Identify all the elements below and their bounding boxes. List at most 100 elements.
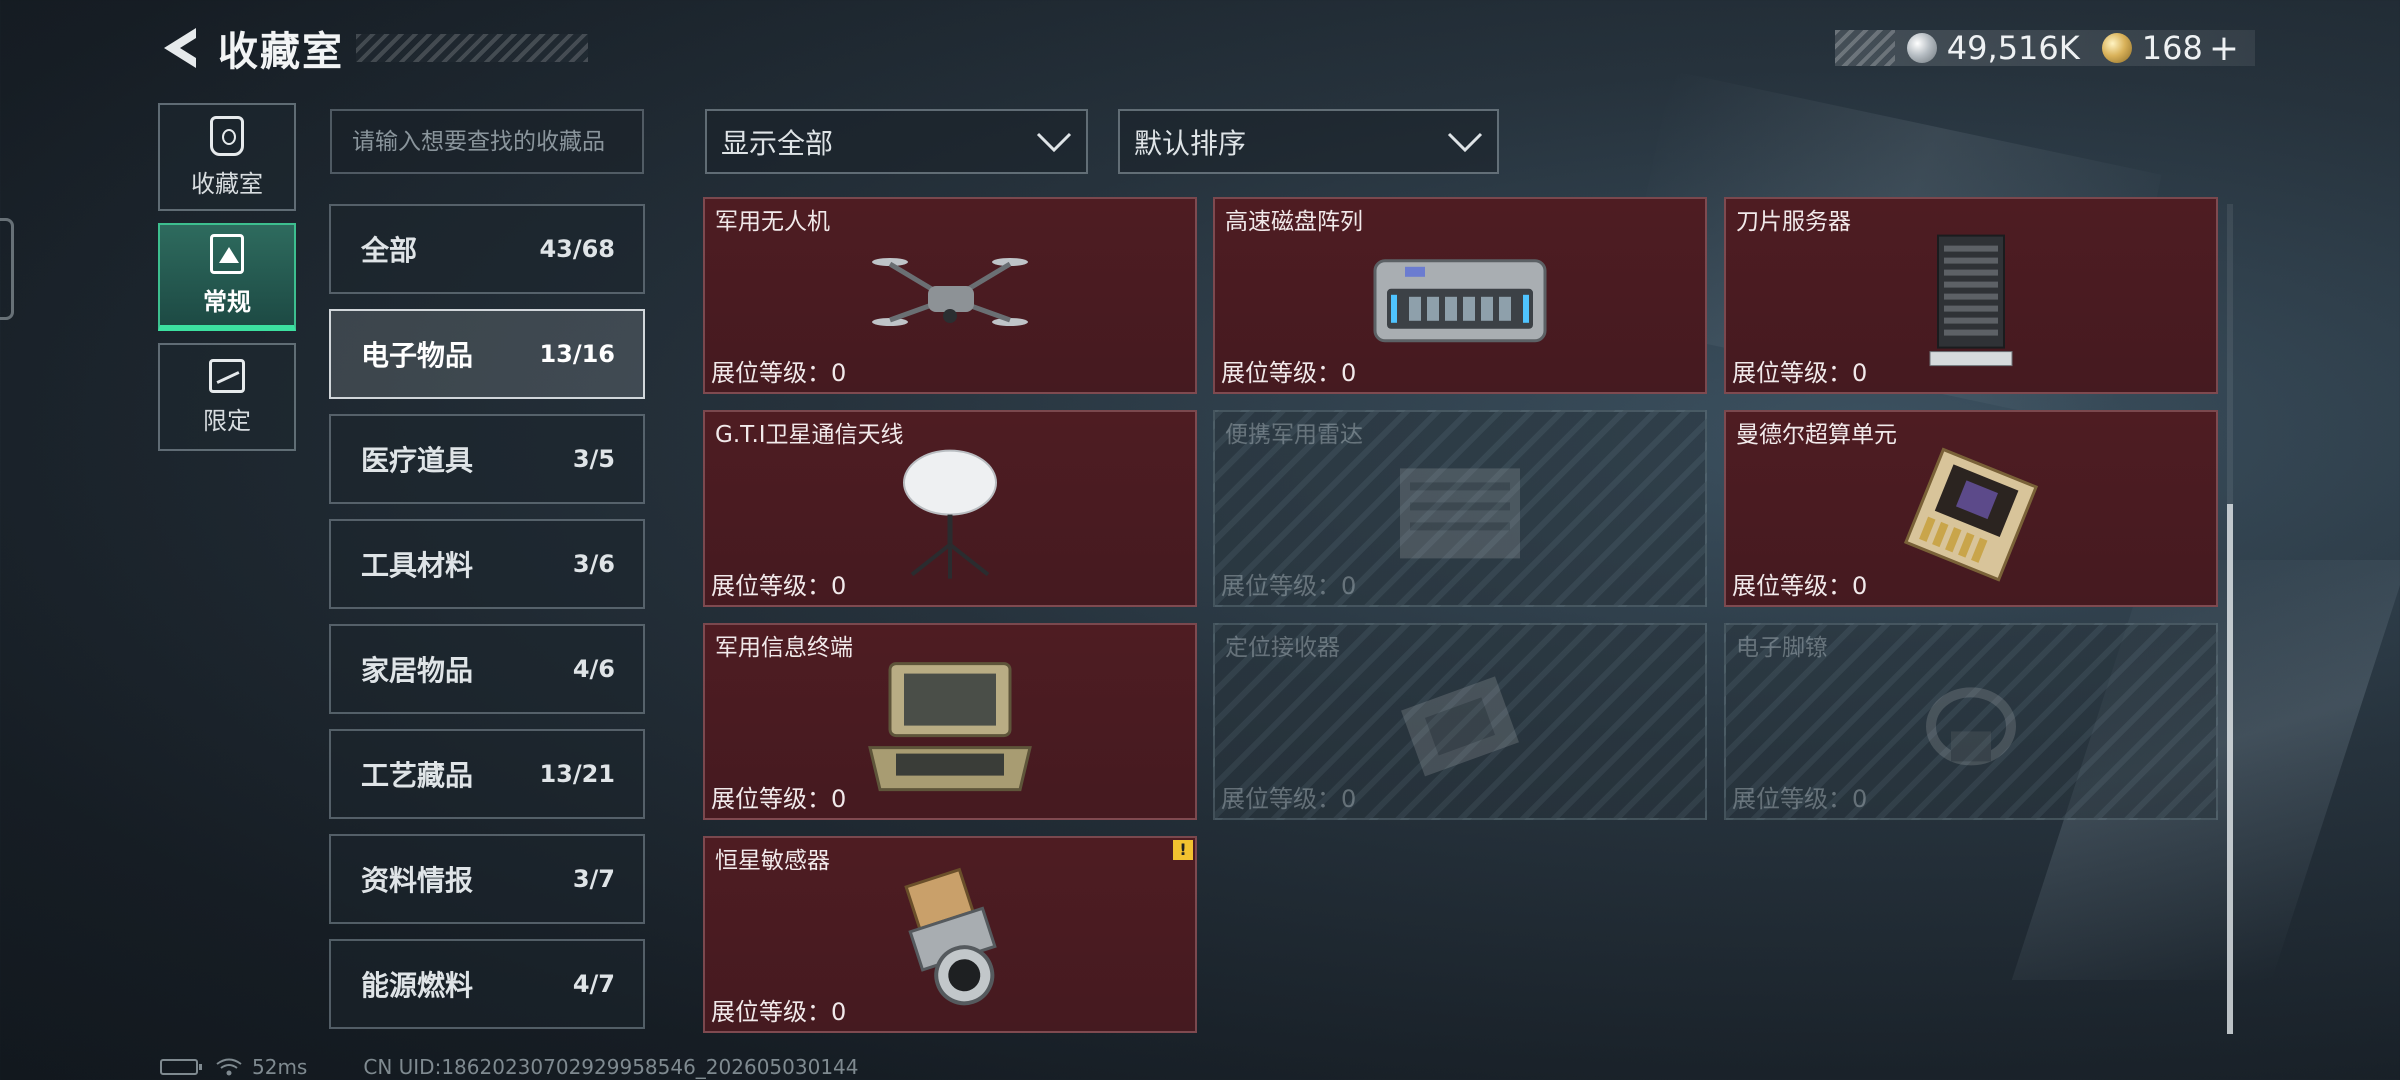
grid-scrollbar[interactable] xyxy=(2227,204,2233,1034)
compute-unit-icon xyxy=(1903,447,2039,582)
display-filter-dropdown[interactable]: 显示全部 xyxy=(705,109,1088,174)
nav-regular[interactable]: 常规 xyxy=(158,223,296,331)
category-electronics[interactable]: 电子物品 13/16 xyxy=(329,309,645,399)
sort-dropdown[interactable]: 默认排序 xyxy=(1118,109,1499,174)
back-arrow-icon xyxy=(164,28,196,68)
category-count: 13/21 xyxy=(539,760,615,788)
star-sensor-icon xyxy=(904,867,997,1005)
item-card-positioning-receiver[interactable]: 定位接收器 展位等级：0 xyxy=(1213,623,1707,820)
wifi-icon xyxy=(216,1058,242,1076)
item-name: 定位接收器 xyxy=(1225,635,1340,661)
category-name: 能源燃料 xyxy=(361,969,474,1002)
ping-text: 52ms xyxy=(252,1055,308,1079)
category-medical[interactable]: 医疗道具 3/5 xyxy=(329,414,645,504)
item-card-military-terminal[interactable]: 军用信息终端 展位等级：0 xyxy=(703,623,1197,820)
item-card-ankle-monitor[interactable]: 电子脚镣 展位等级：0 xyxy=(1724,623,2218,820)
scrollbar-thumb[interactable] xyxy=(2227,504,2233,1034)
category-name: 电子物品 xyxy=(361,339,474,372)
category-count: 4/6 xyxy=(572,655,615,683)
item-card-blade-server[interactable]: 刀片服务器 展位等级：0 xyxy=(1724,197,2218,394)
category-tools[interactable]: 工具材料 3/6 xyxy=(329,519,645,609)
category-energy[interactable]: 能源燃料 4/7 xyxy=(329,939,645,1029)
item-level: 展位等级：0 xyxy=(1221,785,1357,813)
item-level: 展位等级：0 xyxy=(711,359,847,387)
title-decoration xyxy=(356,34,588,62)
category-all[interactable]: 全部 43/68 xyxy=(329,204,645,294)
back-button[interactable] xyxy=(158,23,202,73)
silver-currency: 49,516K xyxy=(1906,29,2080,67)
dropdown-value: 默认排序 xyxy=(1134,126,1247,160)
item-name: 曼德尔超算单元 xyxy=(1736,422,1897,448)
item-level: 展位等级：0 xyxy=(711,998,847,1026)
category-count: 3/5 xyxy=(572,445,615,473)
chevron-down-icon xyxy=(1036,132,1072,152)
document-icon xyxy=(210,233,244,274)
item-name: 高速磁盘阵列 xyxy=(1225,209,1363,235)
item-card-portable-radar[interactable]: 便携军用雷达 展位等级：0 xyxy=(1213,410,1707,607)
item-name: 军用信息终端 xyxy=(715,635,853,661)
blade-server-icon xyxy=(1929,234,2013,366)
category-name: 资料情报 xyxy=(361,864,474,897)
status-footer: 52ms CN UID:18620230702929958546_2026050… xyxy=(160,1055,859,1079)
item-name: 刀片服务器 xyxy=(1736,209,1851,235)
item-card-satellite-antenna[interactable]: G.T.I卫星通信天线 展位等级：0 xyxy=(703,410,1197,607)
drone-icon xyxy=(872,257,1028,326)
category-name: 工具材料 xyxy=(361,549,474,582)
category-name: 医疗道具 xyxy=(361,444,474,477)
item-name: 电子脚镣 xyxy=(1736,635,1828,661)
item-name: 恒星敏感器 xyxy=(715,848,830,874)
item-level: 展位等级：0 xyxy=(1732,785,1868,813)
item-card-military-drone[interactable]: 军用无人机 展位等级：0 xyxy=(703,197,1197,394)
category-list: 全部 43/68 电子物品 13/16 医疗道具 3/5 工具材料 3/6 家居… xyxy=(329,204,645,1044)
nav-label: 常规 xyxy=(203,287,251,316)
uid-text: CN UID:18620230702929958546_202605030144 xyxy=(363,1055,859,1079)
item-name: G.T.I卫星通信天线 xyxy=(715,422,904,448)
nav-label: 收藏室 xyxy=(191,169,263,198)
terminal-case-icon xyxy=(868,661,1032,791)
category-intel[interactable]: 资料情报 3/7 xyxy=(329,834,645,924)
item-level: 展位等级：0 xyxy=(1221,572,1357,600)
item-card-supercompute-unit[interactable]: 曼德尔超算单元 展位等级：0 xyxy=(1724,410,2218,607)
category-count: 43/68 xyxy=(539,235,615,263)
search-input[interactable] xyxy=(330,109,644,174)
category-count: 3/6 xyxy=(572,550,615,578)
collection-type-nav: 收藏室 常规 限定 xyxy=(158,103,296,463)
page-header: 收藏室 xyxy=(158,22,588,75)
category-crafts[interactable]: 工艺藏品 13/21 xyxy=(329,729,645,819)
item-level: 展位等级：0 xyxy=(711,785,847,813)
item-level: 展位等级：0 xyxy=(1221,359,1357,387)
item-card-star-sensor[interactable]: 恒星敏感器 ! 展位等级：0 xyxy=(703,836,1197,1033)
ankle-monitor-icon xyxy=(1926,686,2016,765)
category-name: 全部 xyxy=(361,234,418,267)
category-count: 3/7 xyxy=(572,865,615,893)
nav-limited[interactable]: 限定 xyxy=(158,343,296,451)
collection-grid: 军用无人机 展位等级：0 高速磁盘阵列 展位等级：0 刀片服务器 展位等级：0 … xyxy=(703,197,2218,1035)
edge-drawer-tab[interactable] xyxy=(0,218,14,320)
item-level: 展位等级：0 xyxy=(1732,572,1868,600)
page-title: 收藏室 xyxy=(218,29,344,75)
silver-amount: 49,516K xyxy=(1946,29,2080,67)
item-level: 展位等级：0 xyxy=(711,572,847,600)
category-name: 工艺藏品 xyxy=(361,759,474,792)
currency-bar: 49,516K 168 + xyxy=(1835,28,2255,69)
satellite-dish-icon xyxy=(903,449,997,579)
gold-amount: 168 xyxy=(2141,29,2203,67)
silver-coin-icon xyxy=(1906,33,1937,63)
category-count: 13/16 xyxy=(539,340,615,368)
chevron-down-icon xyxy=(1447,132,1483,152)
limited-icon xyxy=(209,358,245,393)
item-card-disk-array[interactable]: 高速磁盘阵列 展位等级：0 xyxy=(1213,197,1707,394)
category-household[interactable]: 家居物品 4/6 xyxy=(329,624,645,714)
item-name: 军用无人机 xyxy=(715,209,830,235)
gold-coin-icon xyxy=(2101,33,2132,63)
receiver-icon xyxy=(1401,675,1519,776)
disk-array-icon xyxy=(1373,258,1547,342)
radar-icon xyxy=(1400,467,1520,558)
category-name: 家居物品 xyxy=(361,654,474,687)
nav-label: 限定 xyxy=(203,406,251,435)
battery-icon xyxy=(160,1059,202,1075)
add-currency-button[interactable]: + xyxy=(2209,28,2239,69)
dropdown-value: 显示全部 xyxy=(721,126,834,160)
new-item-badge: ! xyxy=(1173,840,1193,860)
nav-collection-room[interactable]: 收藏室 xyxy=(158,103,296,211)
